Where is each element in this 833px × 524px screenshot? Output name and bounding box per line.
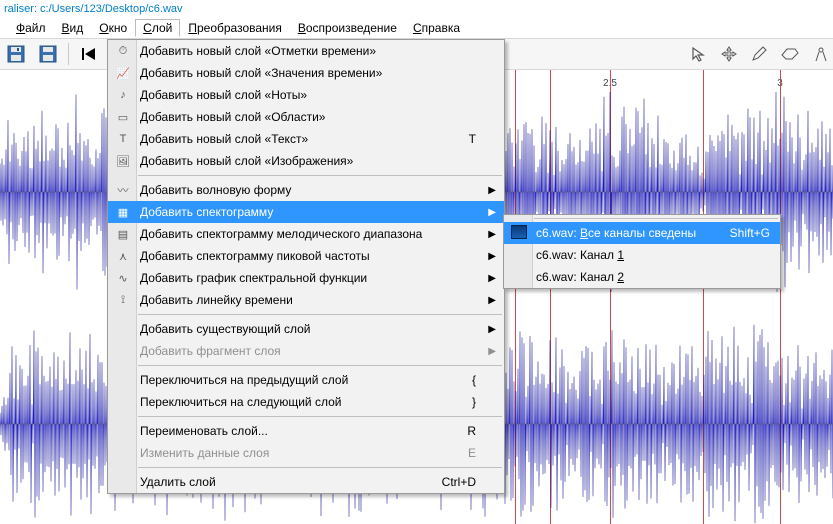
toolbar-separator [68,43,69,65]
menu-item[interactable]: ▦Добавить спектограмму▶ [108,201,504,223]
layer-type-icon: 〰 [114,182,132,198]
layer-type-icon: 🖼 [114,155,132,168]
layer-type-icon: 📈 [114,67,132,80]
menu-item[interactable]: 🖼Добавить новый слой «Изображения» [108,150,504,172]
menu-item[interactable]: ▤Добавить спектограмму мелодического диа… [108,223,504,245]
submenu-item[interactable]: c6.wav: Канал 2 [504,266,780,288]
menu-help[interactable]: Справка [405,19,468,37]
menu-separator [138,175,502,176]
menu-playback[interactable]: Воспроизведение [290,19,405,37]
layer-type-icon: ♪ [114,89,132,101]
menu-item[interactable]: ⋏Добавить спектограмму пиковой частоты▶ [108,245,504,267]
layer-menu-dropdown: ⏱Добавить новый слой «Отметки времени»📈Д… [107,39,505,494]
layer-type-icon: ▦ [114,206,132,219]
menu-item[interactable]: Переключиться на предыдущий слой{ [108,369,504,391]
window-title: raliser: c:/Users/123/Desktop/c6.wav [0,0,833,18]
measure-tool-icon[interactable] [813,46,829,62]
submenu-item[interactable]: c6.wav: Канал 1 [504,244,780,266]
move-tool-icon[interactable] [721,46,737,62]
chevron-right-icon: ▶ [488,346,496,357]
menu-item[interactable]: ⏱Добавить новый слой «Отметки времени» [108,40,504,62]
menu-separator [534,218,778,219]
chevron-right-icon: ▶ [488,251,496,262]
menu-separator [138,416,502,417]
menu-separator [138,365,502,366]
menu-item[interactable]: Переключиться на следующий слой} [108,391,504,413]
chevron-right-icon: ▶ [488,185,496,196]
tool-palette [691,40,829,68]
menu-item[interactable]: 〰Добавить волновую форму▶ [108,179,504,201]
menu-item[interactable]: Переименовать слой...R [108,420,504,442]
arrow-tool-icon[interactable] [691,46,707,62]
chevron-right-icon: ▶ [488,229,496,240]
menu-item[interactable]: Добавить существующий слой▶ [108,318,504,340]
layer-type-icon: ∿ [114,272,132,285]
layer-type-icon: ▭ [114,111,132,124]
menu-item[interactable]: 📈Добавить новый слой «Значения времени» [108,62,504,84]
chevron-right-icon: ▶ [488,295,496,306]
menu-file[interactable]: Файл [8,19,54,37]
menu-item[interactable]: TДобавить новый слой «Текст»T [108,128,504,150]
save-button[interactable] [2,40,30,68]
submenu-item[interactable]: c6.wav: Все каналы сведеныShift+G [504,222,780,244]
add-spectrogram-submenu: c6.wav: Все каналы сведеныShift+Gc6.wav:… [503,214,781,289]
spectrogram-icon [510,225,528,242]
menu-item: Изменить данные слояE [108,442,504,464]
menu-item[interactable]: ∿Добавить график спектральной функции▶ [108,267,504,289]
skip-start-button[interactable] [75,40,103,68]
chevron-right-icon: ▶ [488,324,496,335]
save-button-2[interactable] [34,40,62,68]
layer-type-icon: T [114,133,132,145]
chevron-right-icon: ▶ [488,207,496,218]
menu-item[interactable]: ▭Добавить новый слой «Области» [108,106,504,128]
layer-type-icon: ▤ [114,228,132,241]
layer-type-icon: ⋏ [114,250,132,263]
menu-transform[interactable]: Преобразования [180,19,290,37]
pencil-tool-icon[interactable] [751,46,767,62]
chevron-right-icon: ▶ [488,273,496,284]
menu-item[interactable]: ♪Добавить новый слой «Ноты» [108,84,504,106]
menu-separator [138,314,502,315]
layer-type-icon: ⟟ [114,294,132,307]
menu-item[interactable]: Удалить слойCtrl+D [108,471,504,493]
menu-view[interactable]: Вид [54,19,92,37]
menu-window[interactable]: Окно [91,19,135,37]
menu-bar: Файл Вид Окно Слой Преобразования Воспро… [0,18,833,38]
menu-separator [138,467,502,468]
menu-item: Добавить фрагмент слоя▶ [108,340,504,362]
layer-type-icon: ⏱ [114,45,132,58]
menu-layer[interactable]: Слой [135,19,180,37]
menu-item[interactable]: ⟟Добавить линейку времени▶ [108,289,504,311]
eraser-tool-icon[interactable] [781,47,799,61]
